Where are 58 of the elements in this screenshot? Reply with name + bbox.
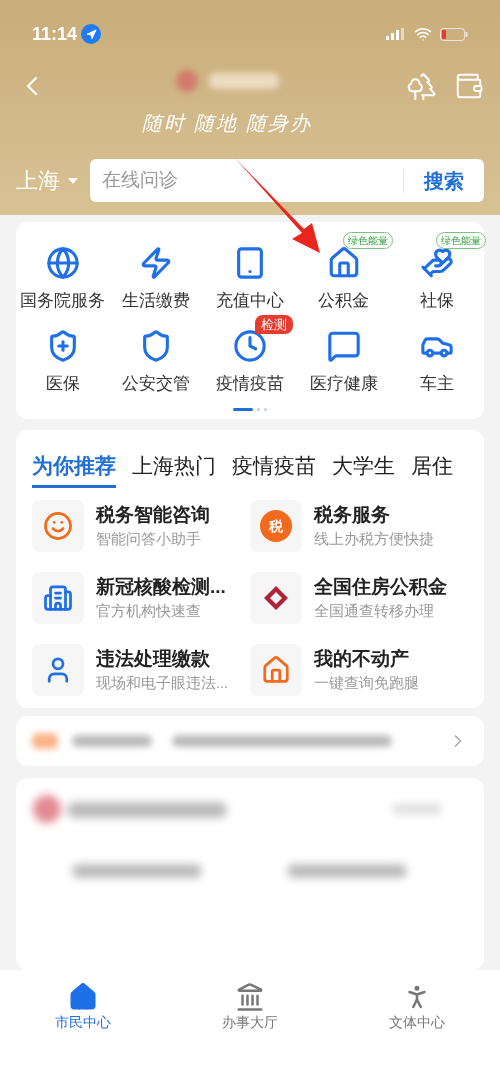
- service-item[interactable]: 医疗健康: [309, 328, 378, 396]
- bottom-tab[interactable]: 文体中心: [356, 982, 477, 1033]
- item-subtitle: 线上办税方便快捷: [314, 530, 434, 550]
- house-icon: [261, 655, 291, 685]
- service-item[interactable]: 公积金: [318, 246, 370, 313]
- slogan: 随时 随地 随身办: [141, 110, 313, 137]
- category-tab[interactable]: 大学生: [332, 449, 395, 488]
- item-subtitle: 官方机构快速查: [96, 602, 202, 622]
- test-badge: 检测: [255, 314, 294, 335]
- energy-badge: 绿色能量: [436, 232, 487, 249]
- caret-icon: [68, 177, 78, 184]
- recommend-item[interactable]: 税 税务服务 线上办税方便快捷: [250, 500, 468, 552]
- battery-icon: [440, 27, 468, 41]
- service-item[interactable]: 车主: [420, 328, 455, 396]
- service-item[interactable]: 公安交管: [122, 328, 191, 396]
- smiley-icon: [43, 511, 73, 541]
- category-tab[interactable]: 上海热门: [132, 449, 216, 488]
- service-item[interactable]: 国务院服务: [20, 246, 106, 313]
- service-item[interactable]: 社保: [420, 246, 455, 313]
- item-subtitle: 一键查询免跑腿: [314, 674, 419, 694]
- item-title: 我的不动产: [314, 646, 410, 671]
- globe-icon: [45, 246, 80, 280]
- item-title: 新冠核酸检测...: [96, 574, 226, 599]
- service-item[interactable]: 充值中心: [216, 246, 284, 313]
- house-icon: [68, 982, 99, 1012]
- wallet-icon[interactable]: [454, 71, 484, 101]
- recommend-item[interactable]: 新冠核酸检测... 官方机构快速查: [32, 572, 250, 624]
- hands-heart-icon: [420, 246, 455, 280]
- item-title: 税务服务: [314, 502, 391, 527]
- category-tab[interactable]: 为你推荐: [32, 449, 116, 488]
- recommend-item[interactable]: 税务智能咨询 智能问答小助手: [32, 500, 250, 552]
- signal-icon: [386, 28, 406, 40]
- recommend-item[interactable]: 违法处理缴款 现场和电子眼违法...: [32, 644, 250, 696]
- item-subtitle: 智能问答小助手: [96, 530, 202, 550]
- energy-badge: 绿色能量: [342, 232, 393, 249]
- recommend-item[interactable]: 全国住房公积金 全国通查转移办理: [250, 572, 468, 624]
- service-item[interactable]: 医保: [45, 328, 80, 396]
- trees-icon[interactable]: [406, 70, 438, 102]
- location-icon: [81, 24, 102, 44]
- item-subtitle: 现场和电子眼违法...: [96, 674, 229, 694]
- building-icon: [43, 583, 73, 613]
- bottom-tab[interactable]: 市民中心: [23, 982, 144, 1033]
- search-button[interactable]: 搜索: [404, 165, 484, 196]
- bank-building-icon: [235, 982, 265, 1012]
- tax-icon: 税: [260, 510, 292, 542]
- category-tab[interactable]: 疫情疫苗: [232, 449, 316, 488]
- item-title: 全国住房公积金: [314, 574, 447, 599]
- search-field[interactable]: 在线问诊 搜索: [90, 159, 484, 202]
- service-item[interactable]: 生活缴费: [122, 246, 191, 313]
- recommend-item[interactable]: 我的不动产 一键查询免跑腿: [250, 644, 468, 696]
- bottom-tab[interactable]: 办事大厅: [190, 982, 310, 1033]
- item-subtitle: 全国通查转移办理: [314, 602, 435, 622]
- item-title: 税务智能咨询: [96, 502, 210, 527]
- category-tab[interactable]: 居住: [411, 449, 453, 488]
- search-input[interactable]: 在线问诊: [102, 166, 403, 195]
- wifi-icon: [414, 25, 432, 43]
- item-title: 违法处理缴款: [96, 646, 211, 671]
- status-time: 11:14: [32, 22, 78, 46]
